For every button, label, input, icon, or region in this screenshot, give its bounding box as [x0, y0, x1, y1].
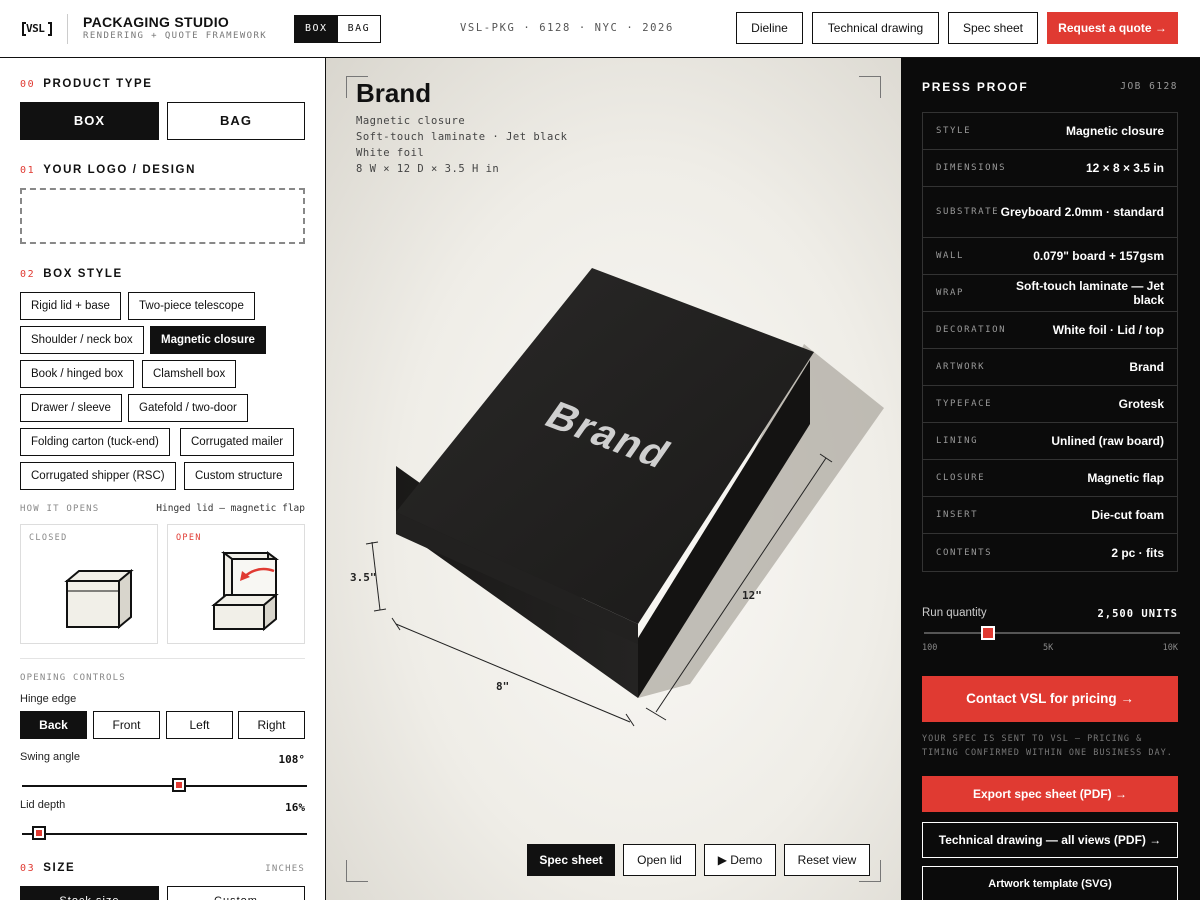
press-proof-title: PRESS PROOF	[922, 80, 1029, 94]
lid-depth-slider[interactable]	[22, 833, 307, 835]
spec-row: TYPEFACE Grotesk	[923, 386, 1177, 423]
contact-pricing-button[interactable]: Contact VSL for pricing →	[922, 676, 1178, 722]
demo-button[interactable]: ▶ Demo	[704, 844, 776, 876]
section-product-type: 00 PRODUCT TYPE	[20, 78, 153, 90]
run-tick-mid: 5K	[1043, 643, 1054, 653]
hinge-right-button[interactable]: Right	[238, 711, 305, 739]
closed-state-card[interactable]: CLOSED	[20, 524, 158, 644]
section-box-style: 02 BOX STYLE	[20, 268, 123, 280]
opening-controls-label: OPENING CONTROLS	[20, 673, 126, 683]
job-code: VSL-PKG · 6128 · NYC · 2026	[460, 22, 674, 34]
run-quantity-thumb[interactable]	[981, 626, 995, 640]
hinge-left-button[interactable]: Left	[166, 711, 233, 739]
render-viewport[interactable]: Brand Magnetic closure Soft-touch lamina…	[326, 58, 901, 900]
open-state-card[interactable]: OPEN	[167, 524, 305, 644]
artwork-template-button[interactable]: Artwork template (SVG)	[922, 866, 1178, 900]
open-box-icon	[211, 551, 279, 632]
spec-row: DIMENSIONS 12 × 8 × 3.5 in	[923, 150, 1177, 187]
run-tick-max: 10K	[1162, 643, 1178, 653]
spec-row: ARTWORK Brand	[923, 349, 1177, 386]
spec-sheet-button[interactable]: Spec sheet	[948, 12, 1038, 44]
run-quantity-slider[interactable]	[924, 632, 1180, 634]
box-style-rigid-lid[interactable]: Rigid lid + base	[20, 292, 121, 320]
box-style-clamshell[interactable]: Clamshell box	[142, 360, 237, 388]
spec-row: DECORATION White foil · Lid / top	[923, 312, 1177, 349]
hinge-front-button[interactable]: Front	[93, 711, 160, 739]
mode-tab-box[interactable]: BOX	[295, 16, 338, 42]
header-divider	[67, 14, 68, 44]
pricing-note: YOUR SPEC IS SENT TO VSL — PRICING & TIM…	[922, 734, 1173, 758]
mode-tab-bag[interactable]: BAG	[338, 16, 381, 42]
spec-row: CONTENTS 2 pc · fits	[936, 545, 1164, 560]
size-stock-button[interactable]: Stock size	[20, 886, 159, 900]
run-quantity-value: 2,500 UNITS	[1097, 608, 1178, 620]
logo-upload-dropzone[interactable]	[20, 188, 305, 244]
swing-angle-label: Swing angle	[20, 751, 80, 763]
hinge-edge-label: Hinge edge	[20, 693, 77, 705]
press-proof-job: JOB 6128	[1120, 81, 1178, 92]
request-quote-button[interactable]: Request a quote →	[1047, 12, 1178, 44]
spec-row: INSERT Die-cut foam	[923, 497, 1177, 534]
box-style-corrugated-shipper[interactable]: Corrugated shipper (RSC)	[20, 462, 176, 490]
open-lid-button[interactable]: Open lid	[623, 844, 696, 876]
box-style-drawer[interactable]: Drawer / sleeve	[20, 394, 122, 422]
how-it-opens-label: HOW IT OPENS	[20, 504, 100, 514]
config-panel: 00 PRODUCT TYPE BOX BAG 01 YOUR LOGO / DES…	[0, 58, 326, 900]
hinge-back-button[interactable]: Back	[20, 711, 87, 739]
size-custom-button[interactable]: Custom	[167, 886, 305, 900]
press-proof-panel: PRESS PROOF JOB 6128 STYLE Magnetic closu…	[901, 58, 1200, 900]
app-subtitle: RENDERING + QUOTE FRAMEWORK	[83, 31, 268, 41]
technical-drawing-button[interactable]: Technical drawing	[812, 12, 939, 44]
box-style-gatefold[interactable]: Gatefold / two-door	[128, 394, 248, 422]
spec-row: WALL 0.079" board + 157gsm	[923, 238, 1177, 275]
dimension-depth-label: 12"	[742, 589, 762, 602]
box-style-custom[interactable]: Custom structure	[184, 462, 294, 490]
run-tick-min: 100	[922, 643, 938, 653]
divider	[20, 658, 305, 659]
app-title: PACKAGING STUDIO	[83, 14, 230, 30]
spec-row: LINING Unlined (raw board)	[923, 423, 1177, 460]
mode-toggle: BOX BAG	[294, 15, 382, 43]
section-size: 03 SIZE	[20, 862, 76, 874]
top-bar: VSL PACKAGING STUDIO RENDERING + QUOTE F…	[0, 0, 1200, 58]
product-type-bag-button[interactable]: BAG	[167, 102, 305, 140]
spec-row: CLOSURE Magnetic flap	[923, 460, 1177, 497]
lid-depth-label: Lid depth	[20, 799, 66, 811]
lid-depth-thumb[interactable]	[32, 826, 47, 840]
box-style-folding-carton[interactable]: Folding carton (tuck-end)	[20, 428, 170, 456]
spec-row: SUBSTRATE Greyboard 2.0mm · standard	[923, 187, 1177, 238]
closed-box-icon	[64, 568, 134, 630]
reset-view-button[interactable]: Reset view	[784, 844, 870, 876]
box-style-shoulder[interactable]: Shoulder / neck box	[20, 326, 144, 354]
vsl-logo[interactable]: VSL	[22, 18, 52, 40]
box-style-magnetic[interactable]: Magnetic closure	[150, 326, 266, 354]
preview-spec-sheet-button[interactable]: Spec sheet	[527, 844, 615, 876]
size-unit-label: INCHES	[265, 864, 305, 874]
technical-drawing-pdf-button[interactable]: Technical drawing — all views (PDF) →	[922, 822, 1178, 858]
dimension-width-label: 8"	[496, 680, 509, 693]
box-render: Brand 3.5" 8" 12"	[350, 268, 884, 727]
spec-row: WRAP Soft-touch laminate — Jet black	[923, 275, 1177, 312]
export-spec-sheet-button[interactable]: Export spec sheet (PDF) →	[922, 776, 1178, 812]
how-it-opens-value: Hinged lid — magnetic flap	[156, 503, 305, 514]
dieline-button[interactable]: Dieline	[736, 12, 803, 44]
box-style-telescope[interactable]: Two-piece telescope	[128, 292, 255, 320]
dimension-height-label: 3.5"	[350, 571, 377, 584]
swing-angle-value: 108°	[278, 753, 306, 766]
lid-depth-value: 16%	[285, 801, 305, 814]
swing-angle-thumb[interactable]	[171, 778, 186, 792]
run-quantity-label: Run quantity	[922, 607, 987, 619]
swing-angle-slider[interactable]	[22, 785, 307, 787]
spec-row: STYLE Magnetic closure	[923, 113, 1177, 150]
box-style-book[interactable]: Book / hinged box	[20, 360, 135, 388]
product-type-box-button[interactable]: BOX	[20, 102, 159, 140]
section-logo: 01 YOUR LOGO / DESIGN	[20, 164, 197, 176]
spec-table: STYLE Magnetic closure DIMENSIONS 12 × 8 ×…	[922, 112, 1178, 572]
box-style-corrugated-mailer[interactable]: Corrugated mailer	[180, 428, 295, 456]
